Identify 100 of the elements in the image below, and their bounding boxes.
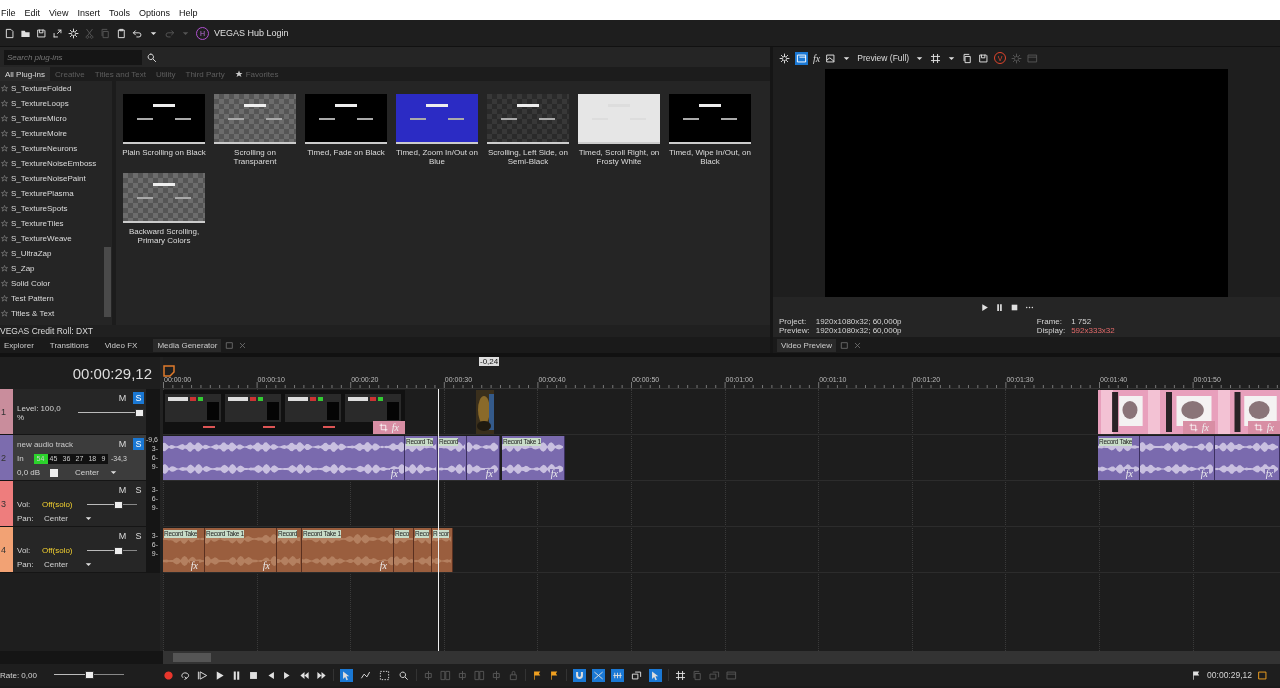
category-tab[interactable]: All Plug-ins — [0, 67, 50, 81]
clip-fx-button[interactable]: fx — [389, 469, 399, 479]
dock-tab[interactable]: Media Generator — [153, 338, 222, 352]
clip-fx-button[interactable]: fx — [1264, 469, 1274, 479]
split-screen-button[interactable] — [795, 51, 808, 65]
expand-icon[interactable] — [52, 27, 63, 39]
plugin-item[interactable]: S_TextureNoiseEmboss — [0, 156, 103, 171]
star-icon[interactable] — [1, 130, 8, 137]
menu-item[interactable]: File — [1, 8, 16, 18]
hub-login-link[interactable]: VEGAS Hub Login — [214, 28, 289, 38]
star-icon[interactable] — [1, 265, 8, 272]
volume-slider[interactable] — [87, 499, 137, 510]
plugin-item[interactable]: S_TextureMicro — [0, 111, 103, 126]
play-icon[interactable] — [214, 669, 225, 681]
ripple-toggle[interactable] — [611, 668, 624, 682]
audio-clip[interactable]: fx — [1215, 436, 1280, 480]
plugin-item[interactable]: S_TextureFolded — [0, 81, 103, 96]
preset-item[interactable]: Scrolling, Left Side, on Semi-Black — [487, 93, 569, 166]
mute-button[interactable]: M — [117, 438, 128, 450]
plugin-item[interactable]: S_TexturePlasma — [0, 186, 103, 201]
record-icon[interactable] — [163, 669, 174, 681]
plugin-item[interactable]: S_TextureMoire — [0, 126, 103, 141]
dock-tab[interactable]: Video Preview — [777, 338, 836, 352]
stop-icon[interactable] — [248, 669, 259, 681]
menu-item[interactable]: Insert — [77, 8, 100, 18]
clip-fx-button[interactable]: fx — [549, 469, 559, 479]
preset-item[interactable]: Timed, Fade on Black — [305, 93, 387, 166]
menu-item[interactable]: Options — [138, 8, 170, 18]
plugin-item[interactable]: S_TextureLoops — [0, 96, 103, 111]
clipboard-icon[interactable] — [116, 27, 127, 39]
plugin-item[interactable]: S_TextureTiles — [0, 216, 103, 231]
preset-item[interactable]: Timed, Zoom In/Out on Blue — [396, 93, 478, 166]
save-icon[interactable] — [978, 52, 990, 64]
copy-icon[interactable] — [962, 52, 974, 64]
rate-slider[interactable] — [54, 670, 124, 680]
next-icon[interactable] — [282, 669, 293, 681]
save-icon[interactable] — [36, 27, 47, 39]
plugin-item[interactable]: Test Pattern — [0, 291, 103, 306]
star-icon[interactable] — [1, 100, 8, 107]
plugin-item[interactable]: Titles & Text — [0, 306, 103, 321]
mute-button[interactable]: M — [117, 530, 128, 542]
star-icon[interactable] — [1, 145, 8, 152]
menu-item[interactable]: Edit — [24, 8, 41, 18]
solo-button[interactable]: S — [133, 530, 144, 542]
preset-item[interactable]: Scrolling on Transparent — [214, 93, 296, 166]
pan-value[interactable]: Center — [75, 468, 105, 477]
next-frame-icon[interactable] — [316, 669, 327, 681]
play-icon[interactable] — [979, 302, 989, 312]
clip-fx-button[interactable]: fx — [1199, 469, 1209, 479]
plugin-item[interactable]: Solid Color — [0, 276, 103, 291]
star-icon[interactable] — [1, 175, 8, 182]
pointer-toggle[interactable] — [649, 668, 662, 682]
dock-tab[interactable]: Explorer — [4, 338, 46, 352]
preview-quality-dropdown[interactable]: Preview (Full) — [857, 53, 910, 63]
flag-icon[interactable] — [549, 669, 560, 681]
undo-icon[interactable] — [132, 27, 143, 39]
flag-icon[interactable] — [532, 669, 543, 681]
region-marker-icon[interactable] — [163, 365, 175, 377]
dock-tab[interactable]: Video FX — [104, 338, 150, 352]
solo-button[interactable]: S — [133, 484, 144, 496]
plugin-item[interactable]: S_TextureSpots — [0, 201, 103, 216]
clip-fx-button[interactable]: fx — [261, 561, 271, 571]
volume-slider[interactable] — [87, 545, 137, 556]
dock-tab[interactable]: Transitions — [49, 338, 101, 352]
star-icon[interactable] — [1, 310, 8, 317]
document-icon[interactable] — [4, 27, 15, 39]
grid-icon[interactable] — [930, 52, 942, 64]
audio-clip[interactable]: fx — [467, 436, 500, 480]
previous-icon[interactable] — [265, 669, 276, 681]
clip-fx-button[interactable]: fx — [189, 561, 199, 571]
video-fx-button[interactable]: fx — [813, 52, 821, 64]
clip-fx-button[interactable]: fx — [1124, 469, 1134, 479]
star-icon[interactable] — [1, 115, 8, 122]
star-icon[interactable] — [1, 190, 8, 197]
plugin-item[interactable]: S_TextureNoisePaint — [0, 171, 103, 186]
close-icon[interactable] — [238, 340, 248, 350]
layers-toggle[interactable] — [630, 668, 643, 682]
gain-slider-thumb[interactable] — [50, 468, 58, 477]
crossfade-toggle[interactable] — [592, 668, 605, 682]
solo-button[interactable]: S — [133, 438, 144, 450]
star-icon[interactable] — [1, 205, 8, 212]
track-header[interactable]: 1 M S Level: 100,0 % — [0, 389, 160, 435]
star-icon[interactable] — [1, 235, 8, 242]
overlay-icon[interactable] — [825, 52, 837, 64]
preset-item[interactable]: Timed, Wipe In/Out, on Black — [669, 93, 751, 166]
pause-icon[interactable] — [231, 669, 242, 681]
play-start-icon[interactable] — [197, 669, 208, 681]
pause-icon[interactable] — [994, 302, 1004, 312]
level-slider[interactable] — [78, 407, 144, 418]
star-icon[interactable] — [1, 220, 8, 227]
zoom-icon[interactable] — [146, 51, 157, 63]
previous-frame-icon[interactable] — [299, 669, 310, 681]
preset-item[interactable]: Backward Scrolling, Primary Colors — [123, 172, 205, 245]
maximize-icon[interactable] — [1257, 669, 1268, 681]
selection-tool-button[interactable] — [378, 668, 391, 682]
video-clip[interactable] — [476, 390, 494, 434]
scrollbar[interactable] — [163, 651, 1280, 664]
mute-button[interactable]: M — [117, 484, 128, 496]
magnet-toggle[interactable] — [573, 668, 586, 682]
clip-fx-button[interactable]: fx — [484, 469, 494, 479]
